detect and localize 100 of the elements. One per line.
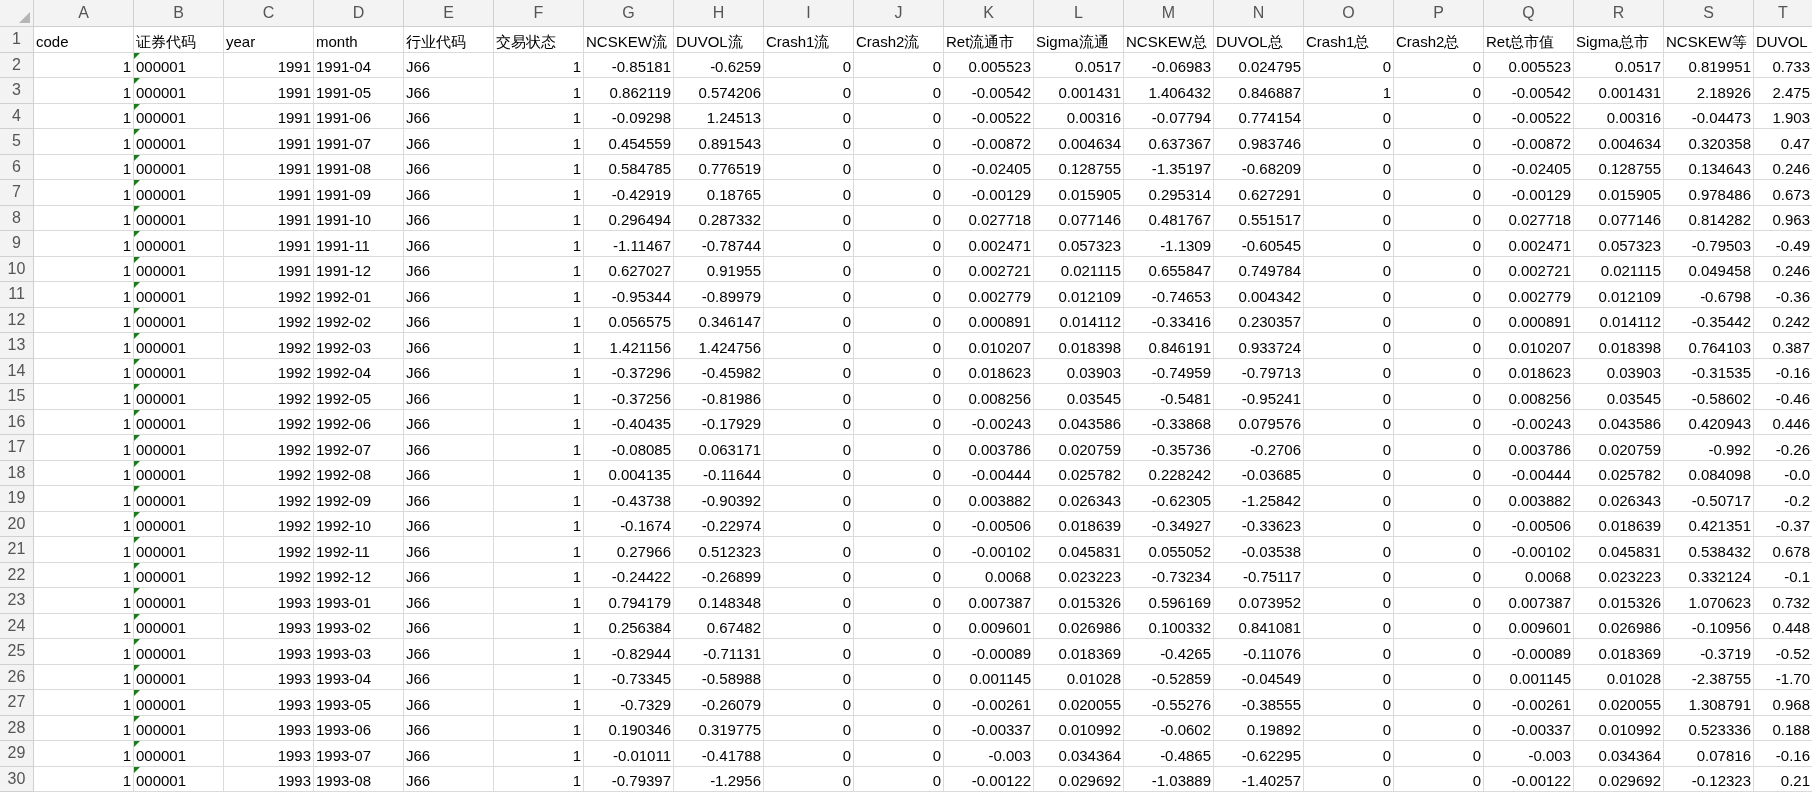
- table-cell[interactable]: 0.749784: [1214, 256, 1304, 282]
- table-cell[interactable]: 0.002721: [944, 256, 1034, 282]
- error-indicator-icon[interactable]: [134, 52, 140, 59]
- table-cell[interactable]: -0.52859: [1124, 664, 1214, 690]
- table-cell[interactable]: 0.678: [1754, 537, 1812, 563]
- error-indicator-icon[interactable]: [134, 205, 140, 212]
- table-cell[interactable]: -0.85181: [584, 52, 674, 78]
- table-cell[interactable]: 1991-07: [314, 129, 404, 155]
- table-cell[interactable]: -0.00522: [944, 103, 1034, 129]
- table-cell[interactable]: 0: [1394, 613, 1484, 639]
- table-cell[interactable]: J66: [404, 639, 494, 665]
- column-header[interactable]: A: [34, 0, 134, 27]
- table-cell[interactable]: 0.448: [1754, 613, 1812, 639]
- table-cell[interactable]: -1.70: [1754, 664, 1812, 690]
- table-cell[interactable]: 0.026986: [1574, 613, 1664, 639]
- table-cell[interactable]: 0: [1394, 690, 1484, 716]
- table-cell[interactable]: 0.246: [1754, 256, 1812, 282]
- table-cell[interactable]: 0: [1394, 511, 1484, 537]
- table-cell[interactable]: -0.00102: [1484, 537, 1574, 563]
- column-header[interactable]: R: [1574, 0, 1664, 27]
- error-indicator-icon[interactable]: [134, 180, 140, 186]
- table-cell[interactable]: 0.128755: [1574, 154, 1664, 180]
- table-cell[interactable]: -2.38755: [1664, 664, 1754, 690]
- table-cell[interactable]: 1: [494, 715, 584, 741]
- row-header[interactable]: 2: [0, 52, 34, 78]
- column-header[interactable]: I: [764, 0, 854, 27]
- table-cell[interactable]: 1991-11: [314, 231, 404, 257]
- table-cell[interactable]: 0: [1394, 639, 1484, 665]
- table-cell[interactable]: 0.014112: [1034, 307, 1124, 333]
- table-cell[interactable]: 0.018639: [1574, 511, 1664, 537]
- table-cell[interactable]: 0.03903: [1034, 358, 1124, 384]
- table-cell[interactable]: 0.024795: [1214, 52, 1304, 78]
- row-header[interactable]: 14: [0, 358, 34, 384]
- table-cell[interactable]: -0.1674: [584, 511, 674, 537]
- table-cell[interactable]: -0.00444: [1484, 460, 1574, 486]
- table-cell[interactable]: 0: [1304, 664, 1394, 690]
- table-cell[interactable]: 1992-11: [314, 537, 404, 563]
- table-cell[interactable]: 000001: [136, 83, 187, 102]
- table-cell[interactable]: -0.36: [1754, 282, 1812, 308]
- table-cell[interactable]: 0: [1304, 103, 1394, 129]
- table-cell[interactable]: -0.95241: [1214, 384, 1304, 410]
- table-cell[interactable]: 1.424756: [674, 333, 764, 359]
- table-cell[interactable]: 1: [494, 435, 584, 461]
- table-cell[interactable]: 0.00316: [1574, 103, 1664, 129]
- table-cell[interactable]: 1993-06: [314, 715, 404, 741]
- row-header[interactable]: 17: [0, 435, 34, 461]
- table-cell[interactable]: -0.00089: [944, 639, 1034, 665]
- row-header[interactable]: 16: [0, 409, 34, 435]
- table-cell[interactable]: -0.02405: [944, 154, 1034, 180]
- table-cell[interactable]: 1991-12: [314, 256, 404, 282]
- table-cell[interactable]: 0.015905: [1574, 180, 1664, 206]
- table-cell[interactable]: -0.00129: [944, 180, 1034, 206]
- table-cell[interactable]: 0.387: [1754, 333, 1812, 359]
- table-cell[interactable]: 0.001431: [1034, 78, 1124, 104]
- table-cell[interactable]: 0: [854, 333, 944, 359]
- table-cell[interactable]: -0.31535: [1664, 358, 1754, 384]
- table-cell[interactable]: -0.73234: [1124, 562, 1214, 588]
- table-cell[interactable]: 1: [34, 537, 134, 563]
- table-cell[interactable]: 1991: [224, 78, 314, 104]
- table-cell[interactable]: 0.004634: [1574, 129, 1664, 155]
- table-cell[interactable]: -0.22974: [674, 511, 764, 537]
- table-cell[interactable]: 1992-02: [314, 307, 404, 333]
- table-cell[interactable]: -1.40257: [1214, 766, 1304, 792]
- table-cell[interactable]: -0.08085: [584, 435, 674, 461]
- table-cell[interactable]: 0.246: [1754, 154, 1812, 180]
- table-cell[interactable]: -0.45982: [674, 358, 764, 384]
- table-cell[interactable]: -0.6798: [1664, 282, 1754, 308]
- column-header[interactable]: M: [1124, 0, 1214, 27]
- table-cell[interactable]: -0.50717: [1664, 486, 1754, 512]
- table-cell[interactable]: 1993: [224, 715, 314, 741]
- table-cell[interactable]: J66: [404, 358, 494, 384]
- table-cell[interactable]: 000001: [136, 491, 187, 510]
- table-cell[interactable]: -0.00542: [1484, 78, 1574, 104]
- table-cell[interactable]: 0.814282: [1664, 205, 1754, 231]
- table-cell[interactable]: 000001: [136, 262, 187, 280]
- table-cell[interactable]: 0.034364: [1034, 741, 1124, 767]
- table-cell[interactable]: 0: [854, 180, 944, 206]
- row-header[interactable]: 11: [0, 282, 34, 308]
- table-cell[interactable]: -0.00261: [1484, 690, 1574, 716]
- table-cell[interactable]: 1: [34, 154, 134, 180]
- table-cell[interactable]: 0.015905: [1034, 180, 1124, 206]
- table-cell[interactable]: 0.057323: [1034, 231, 1124, 257]
- table-cell[interactable]: 1991: [224, 205, 314, 231]
- table-cell[interactable]: 000001: [136, 644, 187, 663]
- table-cell[interactable]: -0.16: [1754, 741, 1812, 767]
- table-cell[interactable]: 1991-10: [314, 205, 404, 231]
- table-cell[interactable]: 0: [764, 282, 854, 308]
- table-cell[interactable]: 1: [34, 511, 134, 537]
- table-cell[interactable]: J66: [404, 282, 494, 308]
- table-cell[interactable]: -0.003: [944, 741, 1034, 767]
- table-cell[interactable]: -0.35736: [1124, 435, 1214, 461]
- table-cell[interactable]: -0.03685: [1214, 460, 1304, 486]
- table-cell[interactable]: 1: [34, 231, 134, 257]
- table-cell[interactable]: 0.03545: [1574, 384, 1664, 410]
- table-cell[interactable]: 0: [764, 409, 854, 435]
- table-cell[interactable]: 0.003786: [1484, 435, 1574, 461]
- table-cell[interactable]: 1: [34, 741, 134, 767]
- header-cell[interactable]: Crash1总: [1304, 27, 1394, 53]
- table-cell[interactable]: -0.49: [1754, 231, 1812, 257]
- table-cell[interactable]: 1: [34, 358, 134, 384]
